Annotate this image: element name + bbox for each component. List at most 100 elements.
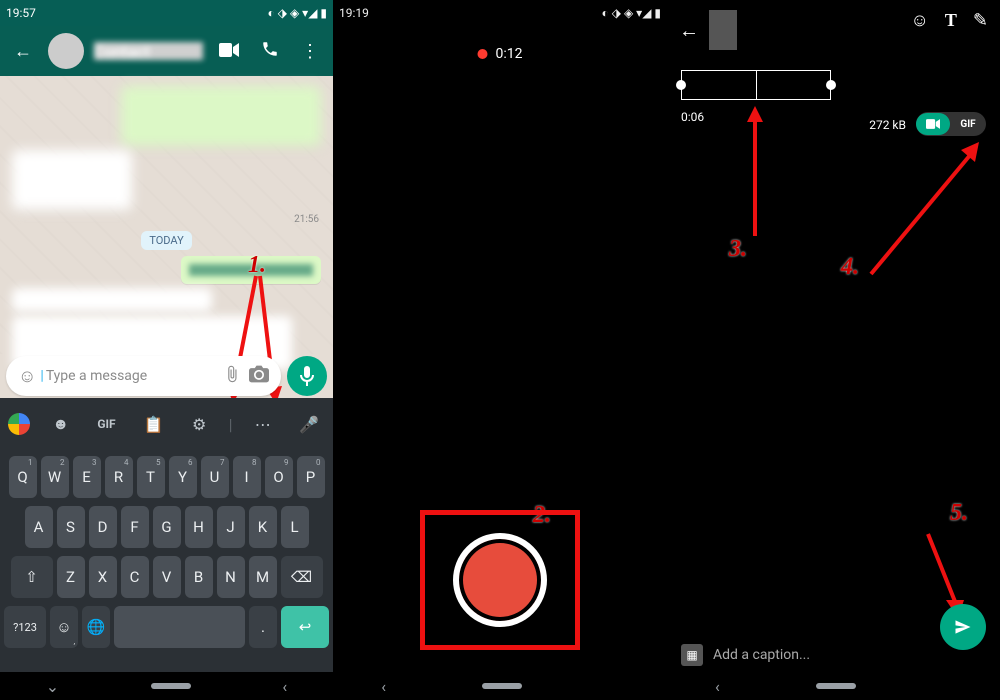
message-in[interactable] xyxy=(12,288,212,312)
key-s[interactable]: S xyxy=(57,506,85,548)
status-icons: ◐ ⬗ ◈ ▾◢ ▮ xyxy=(268,6,327,20)
key-i[interactable]: I8 xyxy=(233,456,261,498)
camera-icon[interactable] xyxy=(245,365,273,388)
chat-header: ← Contact ⋮ xyxy=(0,26,333,76)
keyboard: Q1W2E3R4T5Y6U7I8O9P0 ASDFGHJKL ⇧ ZXCVBNM… xyxy=(0,450,333,672)
key-f[interactable]: F xyxy=(121,506,149,548)
key-k[interactable]: K xyxy=(249,506,277,548)
record-dot-icon xyxy=(478,49,488,59)
recording-indicator: 0:12 xyxy=(478,46,523,62)
keyboard-suggestion-strip: ☻ GIF 📋 ⚙ | ⋯ 🎤 xyxy=(0,398,333,450)
android-navbar: ‹ xyxy=(667,672,1000,700)
nav-back-icon[interactable]: ‹ xyxy=(381,677,386,696)
key-h[interactable]: H xyxy=(185,506,213,548)
emoji-icon[interactable]: ☺ xyxy=(14,366,40,387)
recording-time: 0:12 xyxy=(496,46,523,62)
avatar[interactable] xyxy=(48,33,84,69)
editor-toolbar: ← ☺ T ✎ xyxy=(667,0,1000,70)
file-size: 272 kB xyxy=(869,118,906,132)
back-icon[interactable]: ← xyxy=(8,41,38,62)
more-icon[interactable]: ⋮ xyxy=(295,41,325,62)
back-icon[interactable]: ← xyxy=(679,18,699,43)
sticker-icon[interactable]: ☻ xyxy=(46,414,75,434)
backspace-key[interactable]: ⌫ xyxy=(281,556,323,598)
key-e[interactable]: E3 xyxy=(73,456,101,498)
annotation-3: 3. xyxy=(729,236,747,263)
key-c[interactable]: C xyxy=(121,556,149,598)
gif-key[interactable]: GIF xyxy=(91,417,121,431)
key-z[interactable]: Z xyxy=(57,556,85,598)
caption-input[interactable]: Add a caption... xyxy=(713,647,810,663)
emoji-sticker-icon[interactable]: ☺ xyxy=(911,10,929,31)
input-placeholder: Type a message xyxy=(46,368,219,384)
key-p[interactable]: P0 xyxy=(297,456,325,498)
caption-row: ▦ Add a caption... xyxy=(681,644,986,666)
key-a[interactable]: A xyxy=(25,506,53,548)
shutter-button[interactable] xyxy=(453,533,547,627)
message-out[interactable] xyxy=(121,86,321,146)
status-time: 19:19 xyxy=(339,6,369,20)
enter-key[interactable]: ↩ xyxy=(281,606,329,648)
clipboard-icon[interactable]: 📋 xyxy=(138,415,170,434)
mic-icon[interactable]: 🎤 xyxy=(293,415,325,434)
shift-key[interactable]: ⇧ xyxy=(11,556,53,598)
nav-home[interactable] xyxy=(482,683,522,689)
key-q[interactable]: Q1 xyxy=(9,456,37,498)
settings-icon[interactable]: ⚙ xyxy=(186,415,212,434)
status-time: 19:57 xyxy=(6,6,36,20)
attach-icon[interactable] xyxy=(219,365,245,388)
language-key[interactable]: 🌐 xyxy=(82,606,110,648)
trim-handle-left[interactable] xyxy=(676,80,686,90)
contact-name[interactable]: Contact xyxy=(94,42,203,60)
video-gif-toggle[interactable]: GIF xyxy=(916,112,986,136)
key-w[interactable]: W2 xyxy=(41,456,69,498)
video-thumbnail[interactable] xyxy=(709,10,737,50)
space-key[interactable] xyxy=(114,606,245,648)
more-icon[interactable]: ⋯ xyxy=(249,415,277,434)
nav-back-icon[interactable]: ‹ xyxy=(282,677,287,696)
annotation-4: 4. xyxy=(841,254,859,281)
android-navbar: ‹ xyxy=(333,672,667,700)
key-d[interactable]: D xyxy=(89,506,117,548)
video-trim-bar[interactable] xyxy=(681,70,831,100)
nav-back-icon[interactable]: ‹ xyxy=(715,677,720,696)
draw-tool-icon[interactable]: ✎ xyxy=(973,10,988,31)
key-u[interactable]: U7 xyxy=(201,456,229,498)
trim-duration: 0:06 xyxy=(681,110,704,124)
emoji-key[interactable]: ☺, xyxy=(50,606,78,648)
key-o[interactable]: O9 xyxy=(265,456,293,498)
key-y[interactable]: Y6 xyxy=(169,456,197,498)
gif-mode-label: GIF xyxy=(950,119,986,130)
key-g[interactable]: G xyxy=(153,506,181,548)
add-media-icon[interactable]: ▦ xyxy=(681,644,703,666)
mic-button[interactable] xyxy=(287,356,327,396)
trim-handle-right[interactable] xyxy=(826,80,836,90)
voice-call-icon[interactable] xyxy=(255,40,285,63)
nav-home[interactable] xyxy=(816,683,856,689)
google-icon[interactable] xyxy=(8,413,30,435)
key-j[interactable]: J xyxy=(217,506,245,548)
status-icons: ◐ ⬗ ◈ ▾◢ ▮ xyxy=(602,6,661,20)
key-l[interactable]: L xyxy=(281,506,309,548)
day-separator: TODAY xyxy=(141,231,191,250)
camera-recording-screen: 19:19 ◐ ⬗ ◈ ▾◢ ▮ 0:12 2. ‹ xyxy=(333,0,667,700)
key-r[interactable]: R4 xyxy=(105,456,133,498)
message-input[interactable]: ☺ | Type a message xyxy=(6,356,281,396)
video-call-icon[interactable] xyxy=(213,41,245,62)
shutter-highlight-box xyxy=(420,510,580,650)
period-key[interactable]: . xyxy=(249,606,277,648)
key-v[interactable]: V xyxy=(153,556,181,598)
text-tool-icon[interactable]: T xyxy=(945,10,957,31)
nav-down-icon[interactable]: ⌄ xyxy=(46,677,59,696)
key-b[interactable]: B xyxy=(185,556,213,598)
key-n[interactable]: N xyxy=(217,556,245,598)
key-m[interactable]: M xyxy=(249,556,277,598)
annotation-5: 5. xyxy=(950,500,968,527)
status-bar: 19:57 ◐ ⬗ ◈ ▾◢ ▮ xyxy=(0,0,333,26)
nav-home[interactable] xyxy=(151,683,191,689)
message-in[interactable] xyxy=(12,150,132,210)
key-t[interactable]: T5 xyxy=(137,456,165,498)
message-timestamp: 21:56 xyxy=(6,214,319,225)
symbols-key[interactable]: ?123 xyxy=(4,606,46,648)
key-x[interactable]: X xyxy=(89,556,117,598)
